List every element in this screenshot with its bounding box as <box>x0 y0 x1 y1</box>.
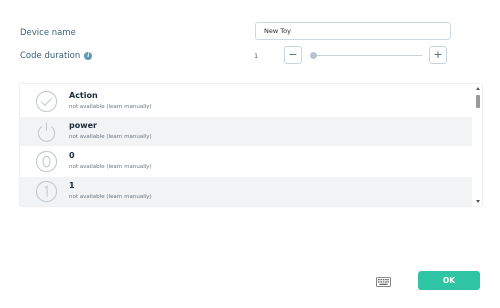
device-name-label: Device name <box>20 28 76 38</box>
code-duration-row: Code duration i <box>20 51 93 61</box>
list-scrollbar[interactable] <box>475 87 481 203</box>
list-item-title: 1 <box>69 181 75 190</box>
code-duration-slider-track[interactable] <box>313 55 422 56</box>
list-item-action[interactable]: Action not available (learn manually) <box>20 87 472 116</box>
command-list: Action not available (learn manually) po… <box>20 84 482 206</box>
increase-duration-button[interactable]: + <box>429 46 447 64</box>
list-item-title: Action <box>69 91 98 100</box>
check-circle-icon <box>35 90 58 113</box>
keyboard-icon[interactable] <box>376 277 391 287</box>
device-name-input[interactable] <box>255 22 451 40</box>
ok-button[interactable]: OK <box>418 271 480 290</box>
list-item-title: power <box>69 121 97 130</box>
list-item-title: 0 <box>69 151 75 160</box>
info-icon[interactable]: i <box>84 52 93 60</box>
list-item-subtitle: not available (learn manually) <box>69 104 152 110</box>
code-duration-slider-handle[interactable] <box>309 52 317 59</box>
code-duration-label: Code duration <box>20 51 81 61</box>
power-icon <box>37 122 56 142</box>
code-duration-value: 1 <box>254 52 259 60</box>
list-item-subtitle: not available (learn manually) <box>69 164 152 170</box>
scroll-down-arrow-icon[interactable] <box>476 200 480 203</box>
list-item-subtitle: not available (learn manually) <box>69 134 152 140</box>
list-item-zero[interactable]: 0 not available (learn manually) <box>20 147 472 176</box>
list-item-power[interactable]: power not available (learn manually) <box>20 117 472 146</box>
scrollbar-thumb[interactable] <box>476 95 480 108</box>
digit-zero-icon <box>35 150 58 173</box>
decrease-duration-button[interactable]: − <box>284 46 302 64</box>
digit-one-icon <box>35 180 58 203</box>
list-item-one[interactable]: 1 not available (learn manually) <box>20 177 472 206</box>
scroll-up-arrow-icon[interactable] <box>476 87 480 90</box>
list-item-subtitle: not available (learn manually) <box>69 194 152 200</box>
